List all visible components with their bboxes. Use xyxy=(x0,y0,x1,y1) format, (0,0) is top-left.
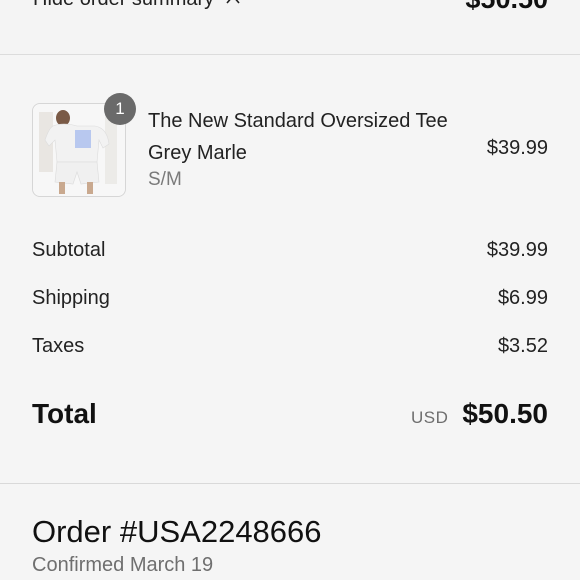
shipping-value: $6.99 xyxy=(497,287,548,309)
total-row: Total USD $50.50 xyxy=(32,398,548,438)
chevron-up-icon xyxy=(226,0,240,9)
total-value: $50.50 xyxy=(462,398,548,429)
line-item: 1 The New Standard Oversized Tee Grey Ma… xyxy=(32,93,548,199)
shipping-row: Shipping $6.99 xyxy=(32,287,548,317)
hide-order-summary-link[interactable]: Hide order summary xyxy=(33,0,240,11)
subtotal-label: Subtotal xyxy=(32,239,106,261)
taxes-row: Taxes $3.52 xyxy=(32,335,548,365)
order-summary-toggle-bar: Hide order summary $50.50 xyxy=(0,0,580,55)
toggle-total-amount: $50.50 xyxy=(465,0,548,15)
order-confirmation-page: Hide order summary $50.50 xyxy=(0,0,580,580)
total-label: Total xyxy=(32,398,97,429)
product-name: The New Standard Oversized Tee Grey Marl… xyxy=(148,110,448,164)
toggle-label: Hide order summary xyxy=(33,0,214,11)
order-number: Order #USA2248666 xyxy=(32,514,322,549)
taxes-label: Taxes xyxy=(32,335,85,357)
order-confirmed-date: Confirmed March 19 xyxy=(32,554,214,576)
order-summary-panel: 1 The New Standard Oversized Tee Grey Ma… xyxy=(0,55,580,484)
taxes-value: $3.52 xyxy=(497,335,548,357)
currency-code: USD xyxy=(410,408,449,427)
product-price: $39.99 xyxy=(486,137,548,159)
total-amount-group: USD $50.50 xyxy=(411,398,548,430)
product-thumbnail: 1 xyxy=(32,93,136,197)
shipping-label: Shipping xyxy=(32,287,110,309)
subtotal-value: $39.99 xyxy=(486,239,548,261)
product-variant: S/M xyxy=(148,169,182,190)
subtotal-row: Subtotal $39.99 xyxy=(32,239,548,269)
order-info: Order #USA2248666 Confirmed March 19 xyxy=(32,512,552,577)
quantity-badge: 1 xyxy=(104,93,136,125)
